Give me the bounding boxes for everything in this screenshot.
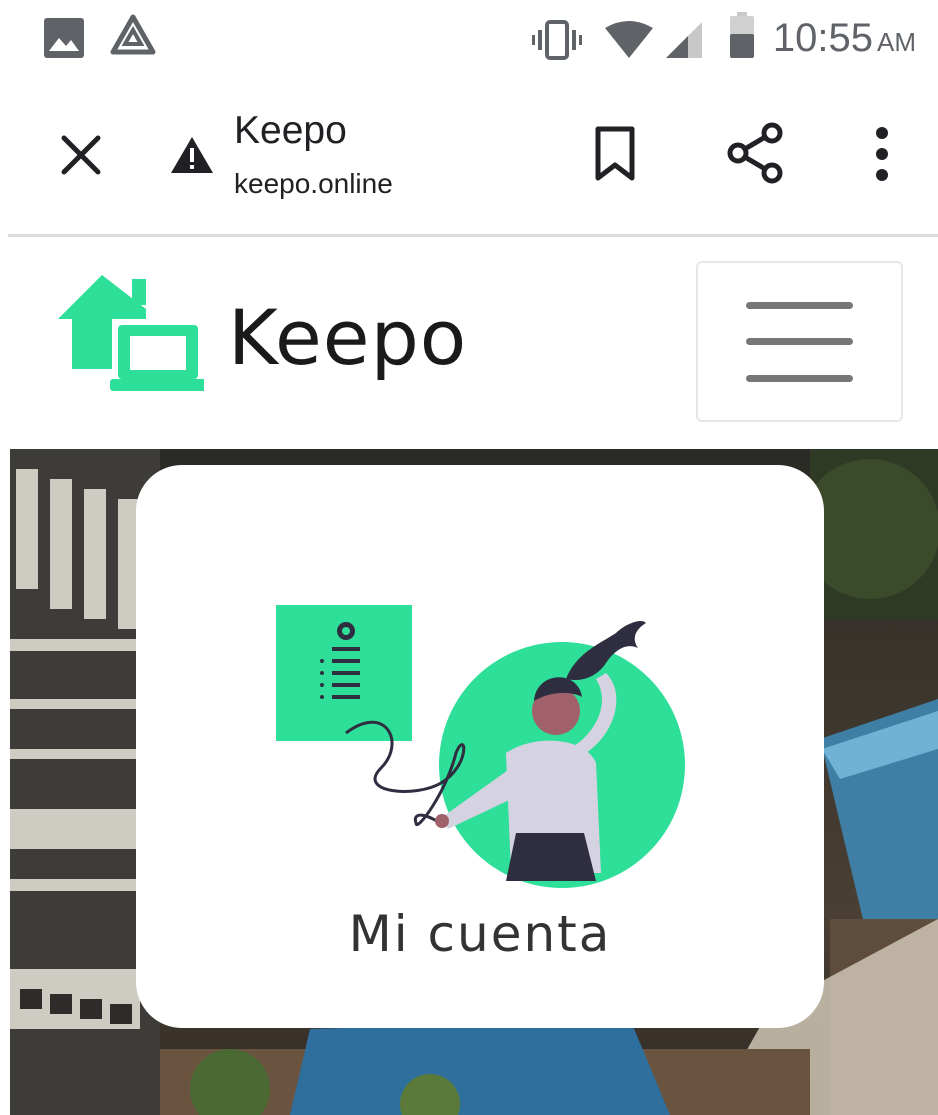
account-card[interactable]: Mi cuenta xyxy=(136,465,824,1028)
wifi-icon xyxy=(605,21,653,58)
site-brand[interactable]: Keepo xyxy=(228,293,467,382)
tab-url[interactable]: keepo.online xyxy=(234,168,393,200)
account-label[interactable]: Mi cuenta xyxy=(136,905,824,963)
image-icon xyxy=(44,18,84,58)
menu-bar xyxy=(746,338,853,345)
tab-title[interactable]: Keepo xyxy=(234,109,347,153)
share-icon[interactable] xyxy=(726,122,784,184)
signal-icon xyxy=(666,22,702,58)
bookmark-icon[interactable] xyxy=(594,126,636,182)
hamburger-menu-icon[interactable] xyxy=(696,261,903,422)
status-bar: 10:55 AM xyxy=(0,0,938,82)
vibrate-icon xyxy=(532,20,582,60)
warning-icon[interactable] xyxy=(170,136,214,174)
drive-icon xyxy=(110,14,156,55)
account-illustration xyxy=(276,605,685,888)
more-vert-icon[interactable] xyxy=(872,126,892,182)
close-icon[interactable] xyxy=(60,134,102,176)
battery-icon xyxy=(730,12,754,58)
keepo-logo-icon[interactable] xyxy=(54,271,204,395)
menu-bar xyxy=(746,302,853,309)
site-header: Keepo xyxy=(0,237,938,449)
status-time: 10:55 AM xyxy=(772,16,916,60)
custom-tab-toolbar: Keepo keepo.online xyxy=(0,82,938,235)
menu-bar xyxy=(746,375,853,382)
